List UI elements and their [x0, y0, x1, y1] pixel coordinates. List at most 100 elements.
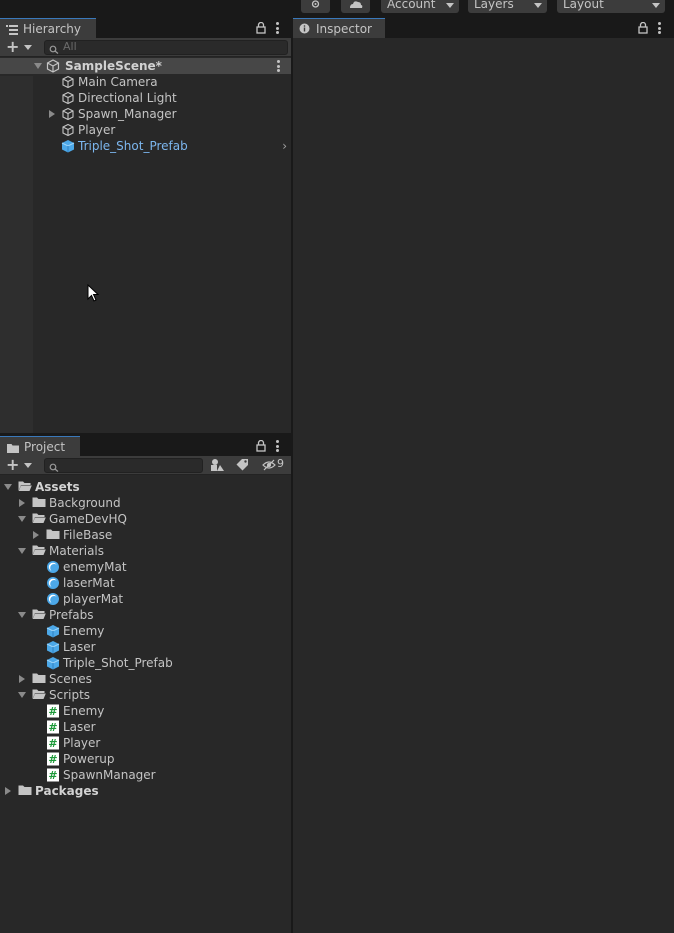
script-icon: # — [46, 704, 60, 718]
project-item[interactable]: Background — [0, 495, 291, 511]
svg-text:#: # — [48, 769, 57, 782]
inspector-tabstrip: Inspector — [293, 18, 674, 38]
project-item[interactable]: # Enemy — [0, 703, 291, 719]
foldout-arrow-icon[interactable] — [18, 516, 26, 522]
panel-menu-icon[interactable] — [276, 440, 279, 452]
scene-menu-icon[interactable] — [277, 60, 280, 72]
tab-hierarchy[interactable]: Hierarchy — [0, 18, 96, 38]
svg-text:#: # — [48, 705, 57, 718]
lock-icon[interactable] — [256, 439, 266, 452]
info-icon — [299, 23, 310, 37]
tab-project[interactable]: Project — [0, 436, 80, 456]
project-item[interactable]: laserMat — [0, 575, 291, 591]
project-item-label: Assets — [35, 480, 80, 494]
svg-text:#: # — [48, 753, 57, 766]
search-by-type-icon[interactable] — [210, 458, 226, 473]
foldout-arrow-icon[interactable] — [49, 110, 55, 118]
project-item[interactable]: # Powerup — [0, 751, 291, 767]
hierarchy-item[interactable]: Triple_Shot_Prefab › — [0, 138, 291, 154]
inspector-body — [293, 38, 674, 933]
project-item[interactable]: Materials — [0, 543, 291, 559]
foldout-arrow-icon[interactable] — [4, 484, 12, 490]
project-search-input[interactable] — [44, 458, 203, 473]
list-icon — [6, 24, 18, 38]
folder-open-icon — [32, 544, 46, 558]
project-item[interactable]: # SpawnManager — [0, 767, 291, 783]
project-item[interactable]: Scripts — [0, 687, 291, 703]
inspector-panel: Inspector — [293, 18, 674, 933]
folder-open-icon — [32, 608, 46, 622]
tab-inspector-label: Inspector — [316, 22, 372, 36]
project-item[interactable]: playerMat — [0, 591, 291, 607]
hierarchy-item[interactable]: Spawn_Manager — [0, 106, 291, 122]
tab-inspector[interactable]: Inspector — [293, 18, 385, 38]
cloud-icon[interactable] — [341, 0, 370, 13]
hidden-packages-icon[interactable] — [262, 458, 276, 473]
panel-menu-icon[interactable] — [658, 22, 661, 34]
project-item-label: Scripts — [49, 688, 91, 702]
project-item-label: Background — [49, 496, 121, 510]
project-item[interactable]: Scenes — [0, 671, 291, 687]
project-item-label: SpawnManager — [63, 768, 156, 782]
project-tabstrip: Project — [0, 436, 291, 456]
project-item[interactable]: enemyMat — [0, 559, 291, 575]
mouse-cursor-icon — [87, 283, 100, 306]
lock-icon[interactable] — [256, 21, 266, 34]
foldout-arrow-icon[interactable] — [33, 531, 39, 539]
hierarchy-search-input[interactable]: All — [44, 40, 288, 55]
project-item[interactable]: Assets — [0, 479, 291, 495]
project-item[interactable]: # Player — [0, 735, 291, 751]
project-item[interactable]: # Laser — [0, 719, 291, 735]
hierarchy-item-label: Main Camera — [78, 75, 158, 89]
hierarchy-item[interactable]: Directional Light — [0, 90, 291, 106]
project-item[interactable]: Triple_Shot_Prefab — [0, 655, 291, 671]
collab-icon[interactable] — [301, 0, 330, 13]
project-item[interactable]: Enemy — [0, 623, 291, 639]
foldout-arrow-icon[interactable] — [19, 499, 25, 507]
chevron-right-icon[interactable]: › — [282, 139, 287, 153]
project-item[interactable]: Laser — [0, 639, 291, 655]
project-item[interactable]: FileBase — [0, 527, 291, 543]
foldout-arrow-icon[interactable] — [5, 787, 11, 795]
folder-icon — [46, 528, 60, 542]
project-item[interactable]: GameDevHQ — [0, 511, 291, 527]
hierarchy-item[interactable]: Player — [0, 122, 291, 138]
project-item[interactable]: Prefabs — [0, 607, 291, 623]
project-item-label: Player — [63, 736, 101, 750]
project-item-label: GameDevHQ — [49, 512, 127, 526]
script-icon: # — [46, 736, 60, 750]
gameobject-icon — [61, 107, 75, 121]
panel-menu-icon[interactable] — [276, 22, 279, 34]
project-item-label: Triple_Shot_Prefab — [63, 656, 173, 670]
foldout-arrow-icon[interactable] — [18, 548, 26, 554]
gameobject-icon — [61, 123, 75, 137]
layers-dropdown[interactable]: Layers — [468, 0, 547, 13]
foldout-arrow-icon[interactable] — [18, 612, 26, 618]
search-icon — [49, 43, 59, 57]
folder-open-icon — [18, 480, 32, 494]
create-button[interactable]: + — [6, 39, 36, 55]
project-item-label: Enemy — [63, 624, 105, 638]
foldout-arrow-icon[interactable] — [34, 63, 42, 69]
material-icon — [46, 592, 60, 606]
account-dropdown[interactable]: Account — [381, 0, 459, 13]
hierarchy-item-label: Player — [78, 123, 116, 137]
search-placeholder: All — [63, 40, 77, 53]
search-by-label-icon[interactable] — [236, 458, 250, 473]
hierarchy-panel: Hierarchy + All SampleScene* Main Camera… — [0, 18, 291, 433]
lock-icon[interactable] — [638, 21, 648, 34]
scene-row[interactable]: SampleScene* — [0, 58, 291, 74]
folder-icon — [7, 442, 19, 456]
project-item-label: Packages — [35, 784, 99, 798]
foldout-arrow-icon[interactable] — [19, 675, 25, 683]
project-item-label: FileBase — [63, 528, 113, 542]
hierarchy-item-label: Directional Light — [78, 91, 177, 105]
hierarchy-item[interactable]: Main Camera — [0, 74, 291, 90]
project-item[interactable]: Packages — [0, 783, 291, 799]
svg-text:#: # — [48, 737, 57, 750]
foldout-arrow-icon[interactable] — [18, 692, 26, 698]
chevron-down-icon — [24, 463, 32, 468]
project-panel: Project + 9 Assets Background GameDevHQ Fil… — [0, 436, 291, 933]
create-asset-button[interactable]: + — [6, 457, 36, 473]
layout-dropdown[interactable]: Layout — [557, 0, 665, 13]
